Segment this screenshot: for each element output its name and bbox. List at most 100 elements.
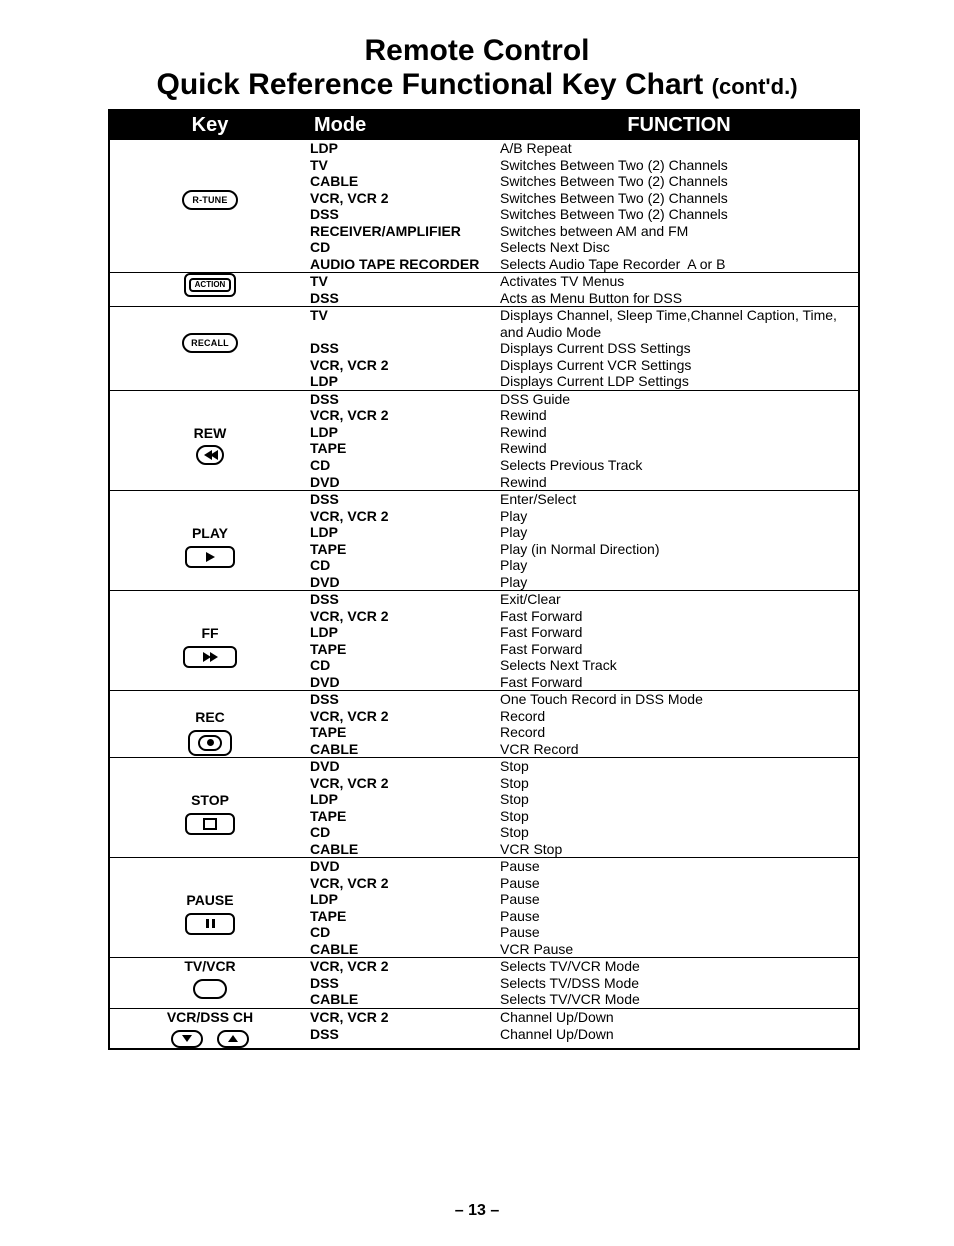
mode-line: TAPE (310, 541, 500, 558)
function-cell: Exit/ClearFast ForwardFast ForwardFast F… (500, 591, 858, 691)
mode-line: DVD (310, 858, 500, 875)
mode-line: VCR, VCR 2 (310, 1009, 500, 1026)
function-line: Rewind (500, 440, 858, 457)
table-row: TV/VCRVCR, VCR 2DSSCABLESelects TV/VCR M… (110, 958, 858, 1009)
mode-line: CD (310, 657, 500, 674)
mode-cell: DSSVCR, VCR 2LDPTAPECDDVD (310, 390, 500, 490)
function-line: Displays Current DSS Settings (500, 340, 858, 357)
mode-line: VCR, VCR 2 (310, 708, 500, 725)
key-icon-wrap (110, 730, 310, 756)
function-line: Activates TV Menus (500, 273, 858, 290)
recall-icon: RECALL (182, 333, 238, 353)
stop-icon (185, 813, 235, 835)
chart-frame: Key Mode FUNCTION R-TUNELDPTVCABLEVCR, V… (108, 109, 860, 1049)
function-line: Channel Up/Down (500, 1009, 858, 1026)
mode-line: CD (310, 924, 500, 941)
table-row: PLAYDSSVCR, VCR 2LDPTAPECDDVDEnter/Selec… (110, 491, 858, 591)
title-main: Quick Reference Functional Key Chart (156, 68, 703, 101)
key-label: VCR/DSS CH (110, 1009, 310, 1026)
function-line: Stop (500, 791, 858, 808)
key-label: FF (110, 625, 310, 642)
title-cont: (cont'd.) (712, 74, 798, 99)
function-line: VCR Pause (500, 941, 858, 958)
mode-line: CD (310, 239, 500, 256)
function-line: Switches Between Two (2) Channels (500, 206, 858, 223)
mode-line: DSS (310, 290, 500, 307)
function-line: Play (in Normal Direction) (500, 541, 858, 558)
mode-line: DVD (310, 674, 500, 691)
function-line: Stop (500, 824, 858, 841)
function-line: Displays Current VCR Settings (500, 357, 858, 374)
function-line: Switches Between Two (2) Channels (500, 190, 858, 207)
key-icon-wrap (110, 979, 310, 999)
table-row: VCR/DSS CHVCR, VCR 2DSSChannel Up/DownCh… (110, 1009, 858, 1048)
key-cell: REW (110, 390, 310, 490)
mode-cell: TVDSS (310, 273, 500, 307)
table-row: STOPDVDVCR, VCR 2LDPTAPECDCABLEStopStopS… (110, 758, 858, 858)
function-line: Selects Audio Tape Recorder A or B (500, 256, 858, 273)
function-line: Fast Forward (500, 608, 858, 625)
key-icon-wrap (110, 1030, 310, 1048)
function-line: Pause (500, 891, 858, 908)
function-line: Pause (500, 924, 858, 941)
mode-line: VCR, VCR 2 (310, 875, 500, 892)
mode-line: DVD (310, 574, 500, 591)
key-cell: RECALL (110, 307, 310, 391)
mode-line: RECEIVER/AMPLIFIER (310, 223, 500, 240)
ch-up-icon (217, 1030, 249, 1048)
mode-line: VCR, VCR 2 (310, 407, 500, 424)
table-row: REWDSSVCR, VCR 2LDPTAPECDDVDDSS GuideRew… (110, 390, 858, 490)
mode-line: LDP (310, 424, 500, 441)
key-cell: FF (110, 591, 310, 691)
mode-line: CABLE (310, 941, 500, 958)
function-line: Stop (500, 808, 858, 825)
function-line: Pause (500, 858, 858, 875)
mode-line: CD (310, 824, 500, 841)
mode-cell: TV DSSVCR, VCR 2LDP (310, 307, 500, 391)
function-line: Record (500, 708, 858, 725)
mode-line: DVD (310, 758, 500, 775)
function-line: Pause (500, 875, 858, 892)
function-cell: A/B RepeatSwitches Between Two (2) Chann… (500, 140, 858, 273)
function-cell: Selects TV/VCR ModeSelects TV/DSS ModeSe… (500, 958, 858, 1009)
key-label: STOP (110, 792, 310, 809)
mode-line: DSS (310, 206, 500, 223)
mode-line: VCR, VCR 2 (310, 958, 500, 975)
mode-line: DSS (310, 491, 500, 508)
mode-line: TAPE (310, 641, 500, 658)
table-row: R-TUNELDPTVCABLEVCR, VCR 2DSSRECEIVER/AM… (110, 140, 858, 273)
fast-forward-icon (183, 646, 237, 668)
title-line2: Quick Reference Functional Key Chart (co… (0, 68, 954, 102)
function-cell: One Touch Record in DSS ModeRecordRecord… (500, 691, 858, 758)
mode-line: VCR, VCR 2 (310, 190, 500, 207)
function-line: Selects TV/VCR Mode (500, 958, 858, 975)
function-cell: Activates TV MenusActs as Menu Button fo… (500, 273, 858, 307)
mode-line: VCR, VCR 2 (310, 508, 500, 525)
ch-down-icon (171, 1030, 203, 1048)
mode-cell: DVDVCR, VCR 2LDPTAPECDCABLE (310, 758, 500, 858)
key-cell: STOP (110, 758, 310, 858)
mode-line: DSS (310, 975, 500, 992)
key-cell: TV/VCR (110, 958, 310, 1009)
mode-cell: LDPTVCABLEVCR, VCR 2DSSRECEIVER/AMPLIFIE… (310, 140, 500, 273)
mode-line: CABLE (310, 741, 500, 758)
key-cell: PAUSE (110, 858, 310, 958)
rewind-icon (196, 445, 224, 465)
mode-line: CD (310, 557, 500, 574)
mode-line: LDP (310, 791, 500, 808)
mode-cell: VCR, VCR 2DSSCABLE (310, 958, 500, 1009)
key-label: REW (110, 425, 310, 442)
mode-line: DSS (310, 591, 500, 608)
function-line: Channel Up/Down (500, 1026, 858, 1043)
function-line: Selects Next Track (500, 657, 858, 674)
function-line: Play (500, 508, 858, 525)
pause-icon (185, 913, 235, 935)
function-line: Selects Next Disc (500, 239, 858, 256)
mode-line: LDP (310, 373, 500, 390)
function-line: Rewind (500, 474, 858, 491)
function-line: Play (500, 574, 858, 591)
mode-line: DSS (310, 340, 500, 357)
function-line: Fast Forward (500, 674, 858, 691)
key-cell: VCR/DSS CH (110, 1009, 310, 1048)
function-line: Switches Between Two (2) Channels (500, 173, 858, 190)
